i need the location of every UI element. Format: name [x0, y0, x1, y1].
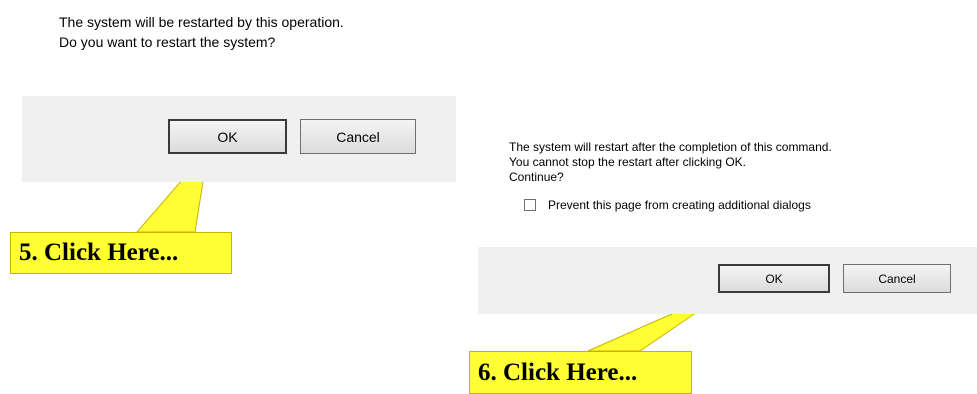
callout-2-label: 6. Click Here... [469, 351, 692, 394]
dialog1-cancel-button[interactable]: Cancel [300, 119, 416, 154]
dialog2-cancel-button[interactable]: Cancel [843, 264, 951, 293]
screenshot-stage: The system will be restarted by this ope… [0, 0, 977, 394]
dialog2-message-line-3: Continue? [509, 170, 564, 184]
prevent-dialogs-label: Prevent this page from creating addition… [548, 198, 811, 212]
dialog1-message-line-2: Do you want to restart the system? [59, 34, 276, 50]
dialog1-message-line-1: The system will be restarted by this ope… [59, 14, 344, 30]
dialog2-message-line-1: The system will restart after the comple… [509, 140, 832, 154]
callout-1-label: 5. Click Here... [10, 232, 232, 274]
dialog1-ok-button[interactable]: OK [168, 119, 287, 154]
prevent-dialogs-checkbox[interactable] [524, 199, 536, 211]
dialog2-message-line-2: You cannot stop the restart after clicki… [509, 155, 747, 169]
prevent-dialogs-row: Prevent this page from creating addition… [524, 198, 811, 212]
dialog2-message: The system will restart after the comple… [509, 140, 832, 185]
dialog2-ok-button[interactable]: OK [718, 264, 830, 293]
dialog1-message: The system will be restarted by this ope… [59, 12, 344, 52]
callout-pointers [135, 148, 736, 352]
